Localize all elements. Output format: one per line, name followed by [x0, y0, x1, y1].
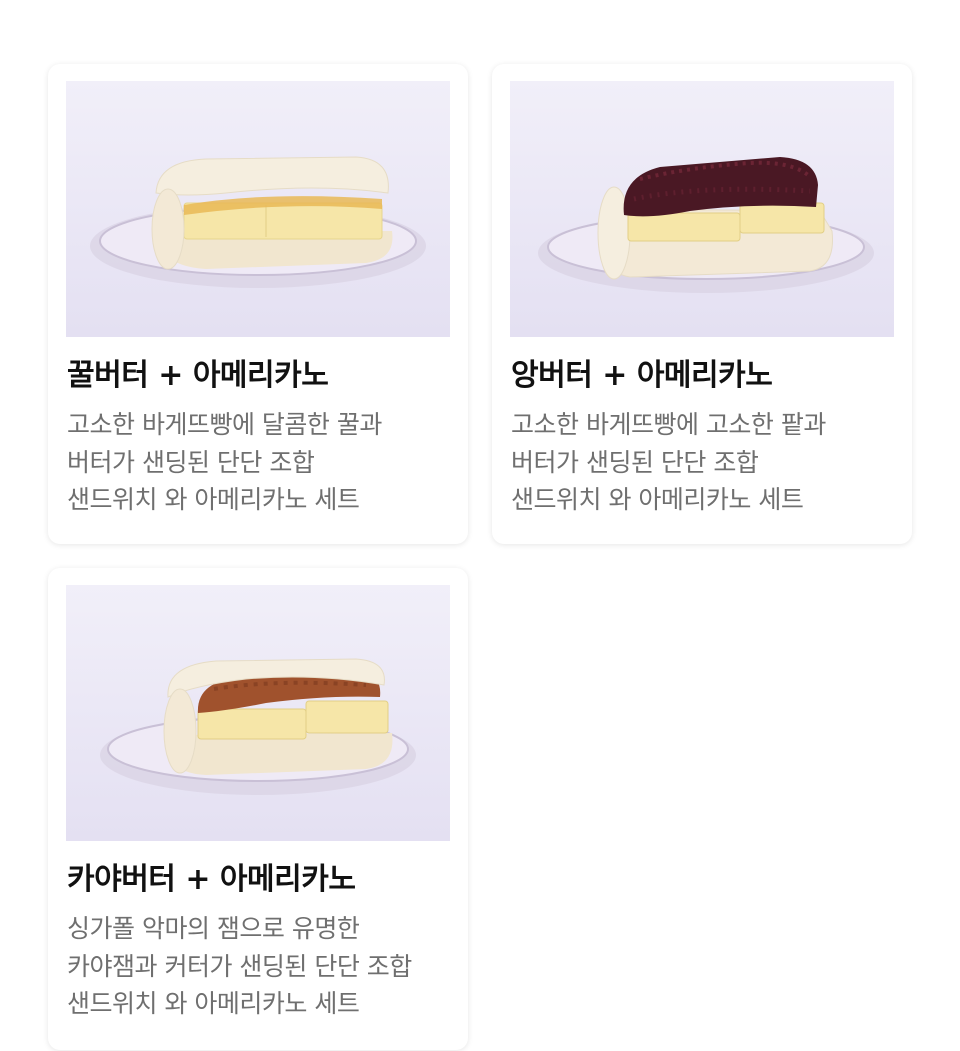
product-description: 고소한 바게뜨빵에 고소한 팥과 버터가 샌딩된 단단 조합 샌드위치 와 아메… — [511, 406, 894, 519]
product-image-red-bean-butter — [510, 81, 894, 337]
product-card-honey-butter[interactable]: 꿀버터 + 아메리카노 고소한 바게뜨빵에 달콤한 꿀과 버터가 샌딩된 단단 … — [48, 64, 468, 544]
description-line: 버터가 샌딩된 단단 조합 — [67, 447, 315, 477]
product-image-kaya-butter — [66, 585, 450, 841]
description-line: 고소한 바게뜨빵에 고소한 팥과 — [511, 410, 826, 439]
product-description: 고소한 바게뜨빵에 달콤한 꿀과 버터가 샌딩된 단단 조합 샌드위치 와 아메… — [67, 406, 450, 519]
description-line: 고소한 바게뜨빵에 달콤한 꿀과 — [67, 410, 382, 439]
product-image-honey-butter — [66, 81, 450, 337]
product-title: 카야버터 + 아메리카노 — [67, 862, 356, 897]
description-line: 버터가 샌딩된 단단 조합 — [511, 447, 759, 477]
product-card-kaya-butter[interactable]: 카야버터 + 아메리카노 싱가폴 악마의 잼으로 유명한 카야잼과 커터가 샌딩… — [48, 568, 468, 1050]
description-line: 샌드위치 와 아메리카노 세트 — [67, 989, 360, 1018]
description-line: 싱가폴 악마의 잼으로 유명한 — [67, 914, 360, 943]
product-title: 앙버터 + 아메리카노 — [511, 358, 773, 393]
product-description: 싱가폴 악마의 잼으로 유명한 카야잼과 커터가 샌딩된 단단 조합 샌드위치 … — [67, 910, 450, 1023]
product-card-red-bean-butter[interactable]: 앙버터 + 아메리카노 고소한 바게뜨빵에 고소한 팥과 버터가 샌딩된 단단 … — [492, 64, 912, 544]
product-title: 꿀버터 + 아메리카노 — [67, 358, 329, 393]
product-grid: 꿀버터 + 아메리카노 고소한 바게뜨빵에 달콤한 꿀과 버터가 샌딩된 단단 … — [48, 64, 912, 1050]
description-line: 카야잼과 커터가 샌딩된 단단 조합 — [67, 951, 412, 981]
description-line: 샌드위치 와 아메리카노 세트 — [67, 485, 360, 514]
description-line: 샌드위치 와 아메리카노 세트 — [511, 485, 804, 514]
